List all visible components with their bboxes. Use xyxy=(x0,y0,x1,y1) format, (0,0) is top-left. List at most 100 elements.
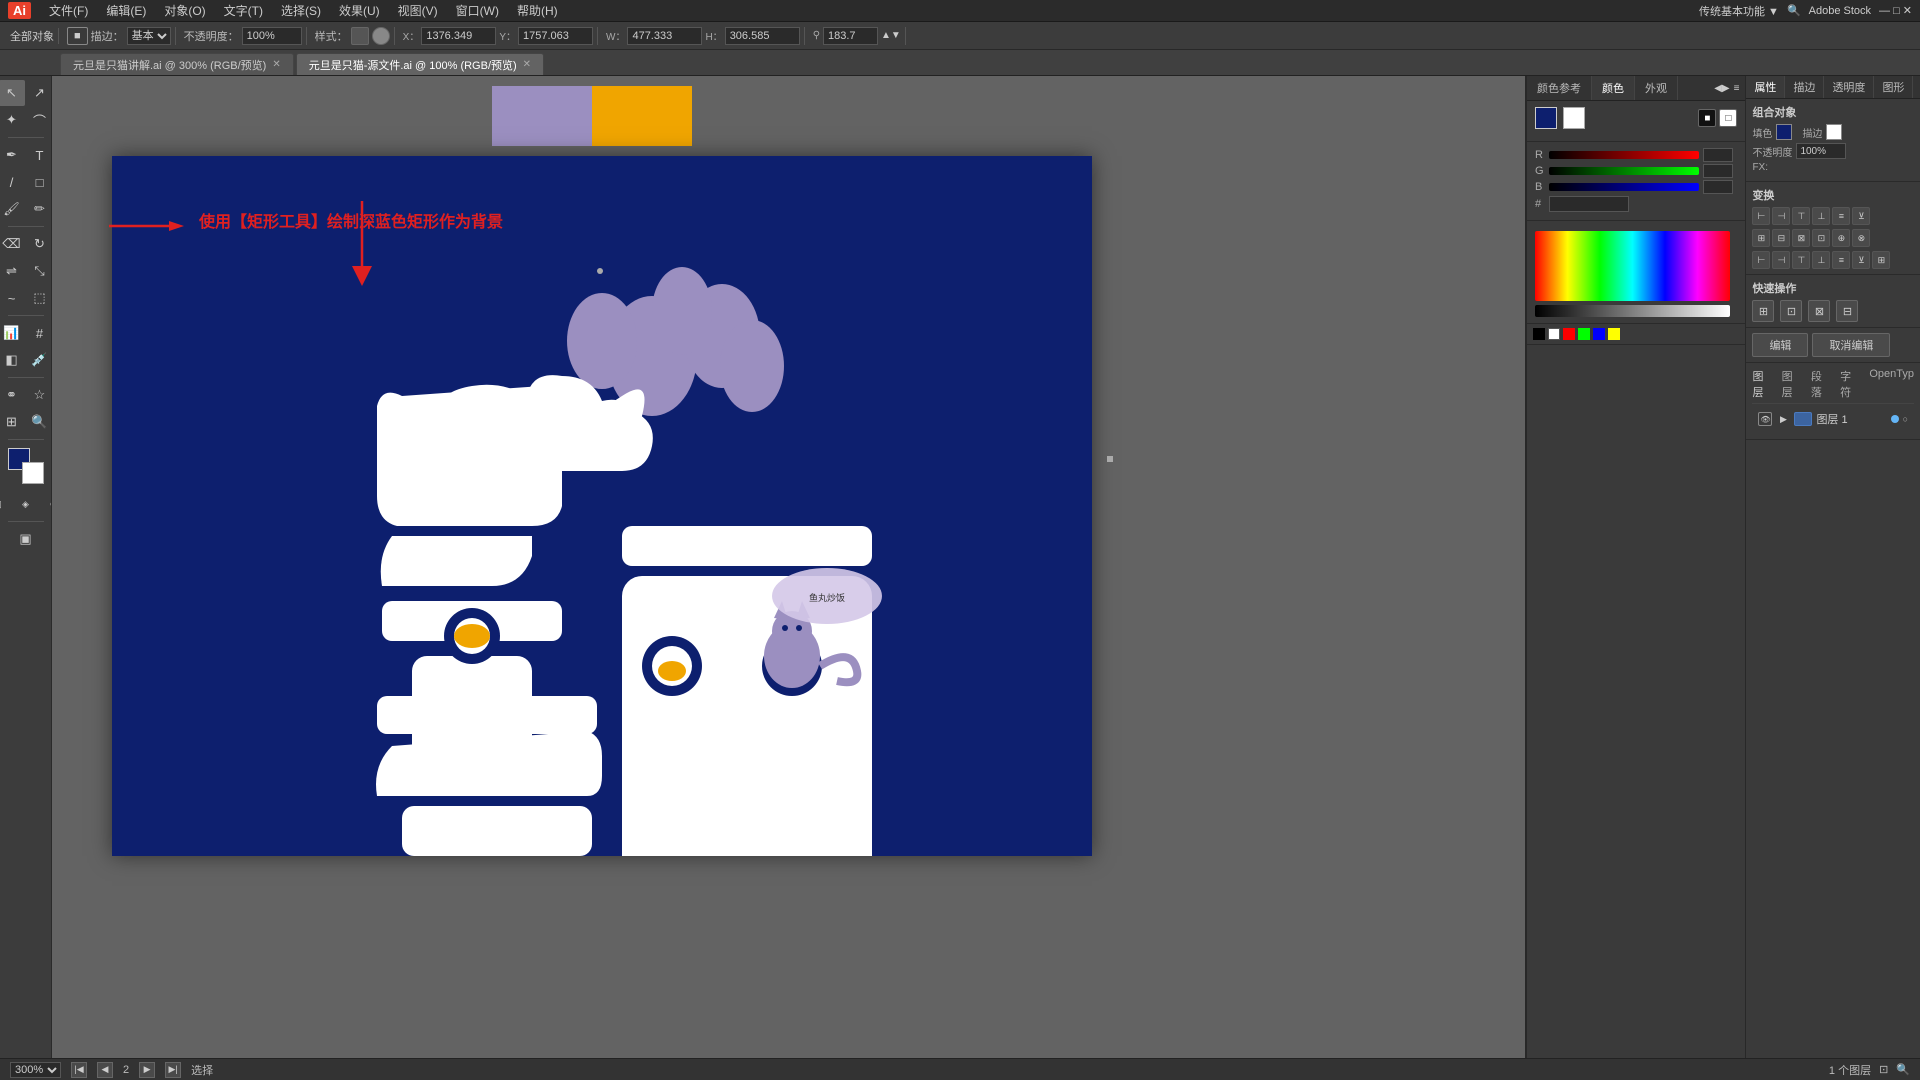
magic-wand-tool[interactable]: ✦ xyxy=(0,107,25,133)
stroke-color-btn[interactable]: ■ xyxy=(67,27,88,45)
quick-op-4[interactable]: ⊟ xyxy=(1836,300,1858,322)
artboards-tab[interactable]: 图层 xyxy=(1782,368,1803,400)
dist-left-btn[interactable]: ⊞ xyxy=(1752,229,1770,247)
search-icon[interactable]: 🔍 xyxy=(1787,4,1801,17)
graph-tool[interactable]: 📊 xyxy=(0,320,25,346)
zoom-tool[interactable]: 🔍 xyxy=(27,409,53,435)
edit-button[interactable]: 编辑 xyxy=(1752,333,1808,357)
menu-edit[interactable]: 编辑(E) xyxy=(98,1,154,20)
dist-top-btn[interactable]: ⊡ xyxy=(1812,229,1830,247)
extra-align-5[interactable]: ≡ xyxy=(1832,251,1850,269)
type-tool[interactable]: T xyxy=(27,142,53,168)
color-stroke-preview[interactable] xyxy=(1563,107,1585,129)
x-input[interactable] xyxy=(421,27,496,45)
pen-tool[interactable]: ✒ xyxy=(0,142,25,168)
opentype-tab[interactable]: OpenTyp xyxy=(1869,368,1914,400)
color-mode-none[interactable]: ⊘ xyxy=(41,491,53,517)
artboard[interactable]: 鱼丸炒饭 xyxy=(112,156,1092,856)
r-value-input[interactable] xyxy=(1703,148,1733,162)
extra-align-7[interactable]: ⊞ xyxy=(1872,251,1890,269)
zoom-select[interactable]: 300% xyxy=(10,1062,61,1078)
warp-tool[interactable]: ~ xyxy=(0,285,25,311)
zoom-control[interactable]: 300% xyxy=(10,1062,61,1078)
layer-item-1[interactable]: 👁 ▶ 图层 1 ○ xyxy=(1758,408,1908,430)
color-wheel[interactable] xyxy=(1535,231,1730,301)
blend-tool[interactable]: ⚭ xyxy=(0,382,25,408)
color-ref-tab[interactable]: 颜色参考 xyxy=(1527,76,1592,100)
align-top-btn[interactable]: ⊥ xyxy=(1812,207,1830,225)
props-tab-graphics[interactable]: 图形 xyxy=(1874,76,1913,98)
extra-align-4[interactable]: ⊥ xyxy=(1812,251,1830,269)
color-fill-preview[interactable] xyxy=(1535,107,1557,129)
stroke-color-preview[interactable] xyxy=(1826,124,1842,140)
align-bottom-btn[interactable]: ⊻ xyxy=(1852,207,1870,225)
stroke-type-select[interactable]: 基本 xyxy=(127,27,171,45)
zoom-fit-icon[interactable]: ⊡ xyxy=(1879,1063,1888,1076)
paintbrush-tool[interactable]: 🖌 xyxy=(0,196,25,222)
quick-op-1[interactable]: ⊞ xyxy=(1752,300,1774,322)
extra-align-6[interactable]: ⊻ xyxy=(1852,251,1870,269)
style-circle-btn[interactable] xyxy=(372,27,390,45)
dist-right-btn[interactable]: ⊠ xyxy=(1792,229,1810,247)
zoom-in-icon[interactable]: 🔍 xyxy=(1896,1063,1910,1076)
menu-select[interactable]: 选择(S) xyxy=(273,1,329,20)
color-black-btn[interactable]: ■ xyxy=(1698,109,1716,127)
selection-tool[interactable]: ↖ xyxy=(0,80,25,106)
menu-view[interactable]: 视图(V) xyxy=(390,1,446,20)
props-tab-stroke[interactable]: 描边 xyxy=(1785,76,1824,98)
layer-expand-arrow[interactable]: ▶ xyxy=(1776,412,1790,426)
align-center-h-btn[interactable]: ⊣ xyxy=(1772,207,1790,225)
expand-icon[interactable]: ◀▶ xyxy=(1714,83,1729,94)
menu-help[interactable]: 帮助(H) xyxy=(509,1,566,20)
color-tab[interactable]: 颜色 xyxy=(1592,76,1635,100)
color-white-btn[interactable]: □ xyxy=(1719,109,1737,127)
screen-mode-btn[interactable]: ▣ xyxy=(13,526,39,552)
tab-1-close[interactable]: ✕ xyxy=(272,59,280,70)
panel-menu-icon[interactable]: ≡ xyxy=(1734,83,1740,94)
align-center-v-btn[interactable]: ≡ xyxy=(1832,207,1850,225)
g-value-input[interactable] xyxy=(1703,164,1733,178)
swatch-red[interactable] xyxy=(1563,328,1575,340)
tab-2-close[interactable]: ✕ xyxy=(523,59,531,70)
layer-visibility-toggle[interactable]: 👁 xyxy=(1758,412,1772,426)
line-tool[interactable]: / xyxy=(0,169,25,195)
dist-bottom-btn[interactable]: ⊗ xyxy=(1852,229,1870,247)
gradient-tool[interactable]: ◧ xyxy=(0,347,25,373)
window-controls[interactable]: — □ ✕ xyxy=(1879,4,1912,17)
brightness-slider[interactable] xyxy=(1535,305,1730,317)
menu-window[interactable]: 窗口(W) xyxy=(448,1,507,20)
chars-tab[interactable]: 字符 xyxy=(1840,368,1861,400)
menu-object[interactable]: 对象(O) xyxy=(156,1,213,20)
props-tab-attributes[interactable]: 属性 xyxy=(1746,76,1785,98)
cancel-edit-button[interactable]: 取消编辑 xyxy=(1812,333,1890,357)
tab-2[interactable]: 元旦是只猫-源文件.ai @ 100% (RGB/预览) ✕ xyxy=(296,53,544,75)
mesh-tool[interactable]: # xyxy=(27,320,53,346)
color-mode-grad[interactable]: ◈ xyxy=(13,491,39,517)
h-input[interactable] xyxy=(725,27,800,45)
layers-tab[interactable]: 图层 xyxy=(1752,368,1773,400)
page-next-btn[interactable]: ▶ xyxy=(139,1062,155,1078)
opacity-input[interactable] xyxy=(242,27,302,45)
dist-center-v-btn[interactable]: ⊕ xyxy=(1832,229,1850,247)
menu-text[interactable]: 文字(T) xyxy=(216,1,271,20)
eyedropper-tool[interactable]: 💉 xyxy=(27,347,53,373)
w-input[interactable] xyxy=(627,27,702,45)
align-left-btn[interactable]: ⊢ xyxy=(1752,207,1770,225)
slice-tool[interactable]: ⊞ xyxy=(0,409,25,435)
g-slider-track[interactable] xyxy=(1549,167,1699,175)
pencil-tool[interactable]: ✏ xyxy=(27,196,53,222)
quick-op-3[interactable]: ⊠ xyxy=(1808,300,1830,322)
eraser-tool[interactable]: ⌫ xyxy=(0,231,25,257)
rectangle-tool[interactable]: □ xyxy=(27,169,53,195)
segments-tab[interactable]: 段落 xyxy=(1811,368,1832,400)
dist-center-h-btn[interactable]: ⊟ xyxy=(1772,229,1790,247)
tab-1[interactable]: 元旦是只猫讲解.ai @ 300% (RGB/预览) ✕ xyxy=(60,53,294,75)
rotate-tool[interactable]: ↻ xyxy=(27,231,53,257)
b-value-input[interactable] xyxy=(1703,180,1733,194)
quick-op-2[interactable]: ⊡ xyxy=(1780,300,1802,322)
opacity-prop-input[interactable] xyxy=(1796,143,1846,159)
extra-align-3[interactable]: ⊤ xyxy=(1792,251,1810,269)
direct-select-tool[interactable]: ↗ xyxy=(27,80,53,106)
swatch-yellow[interactable] xyxy=(1608,328,1620,340)
align-right-btn[interactable]: ⊤ xyxy=(1792,207,1810,225)
